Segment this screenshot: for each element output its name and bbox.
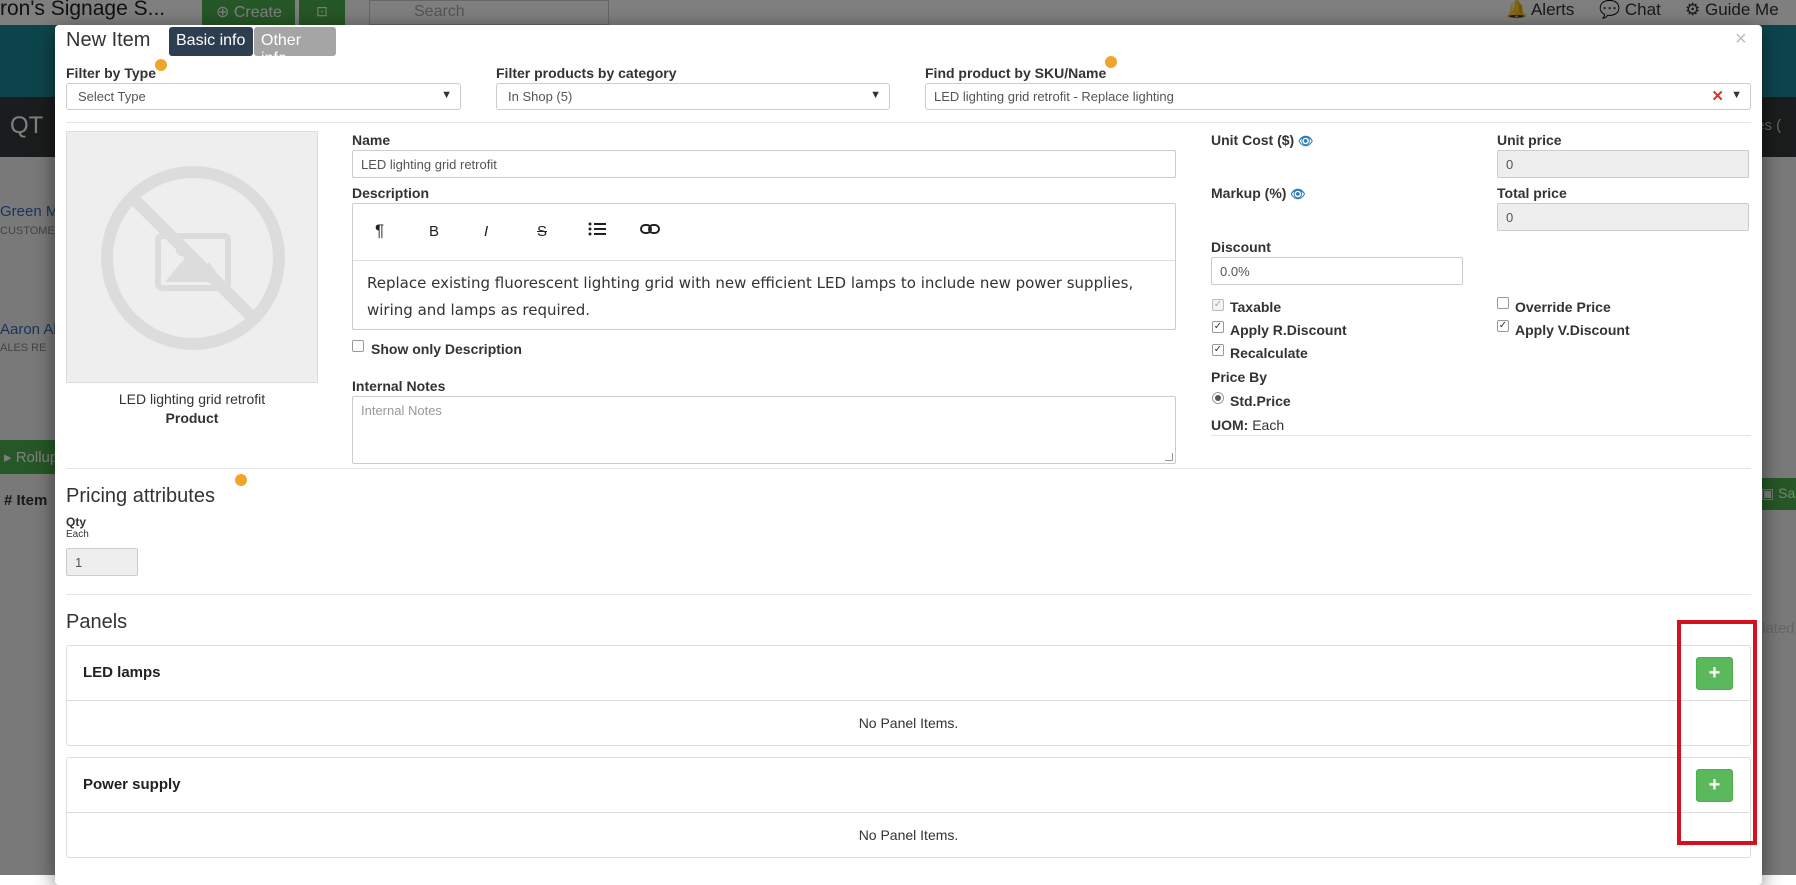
apply-v-discount-checkbox[interactable]: ✓ — [1497, 320, 1509, 332]
help-dot-icon[interactable] — [1105, 56, 1117, 68]
price-by-label: Price By — [1211, 369, 1268, 385]
internal-notes-placeholder: Internal Notes — [361, 403, 442, 418]
clear-icon[interactable]: ✕ — [1711, 87, 1724, 105]
taxable-checkbox[interactable]: ✓ — [1212, 299, 1224, 311]
apply-r-discount-checkbox[interactable]: ✓ — [1212, 321, 1224, 333]
description-label: Description — [352, 185, 430, 201]
divider — [66, 468, 1751, 469]
eye-icon[interactable]: 👁 — [1290, 187, 1305, 201]
internal-notes-label: Internal Notes — [352, 378, 446, 394]
chevron-down-icon: ▼ — [1731, 89, 1742, 101]
divider — [66, 594, 1751, 595]
apply-v-discount-label: Apply V.Discount — [1515, 322, 1630, 338]
discount-label: Discount — [1211, 239, 1271, 255]
unit-cost-label: Unit Cost ($) 👁 — [1211, 132, 1314, 148]
new-item-modal: New Item Basic info Other info × Filter … — [55, 25, 1762, 885]
discount-field[interactable]: 0.0% — [1211, 257, 1463, 285]
eye-icon[interactable]: 👁 — [1298, 134, 1313, 148]
recalculate-checkbox[interactable]: ✓ — [1212, 344, 1224, 356]
sku-search-label: Find product by SKU/Name — [925, 65, 1107, 81]
description-text[interactable]: Replace existing fluorescent lighting gr… — [367, 270, 1162, 324]
taxable-label: Taxable — [1230, 299, 1282, 315]
qty-label: Qty — [66, 515, 87, 529]
panel-header: Power supply + — [67, 758, 1750, 813]
override-price-checkbox[interactable] — [1497, 297, 1509, 309]
std-price-radio[interactable] — [1212, 392, 1224, 404]
chevron-down-icon: ▼ — [441, 89, 452, 101]
product-image — [66, 131, 318, 383]
chevron-down-icon: ▼ — [870, 89, 881, 101]
divider — [1211, 435, 1751, 436]
pricing-attributes-title: Pricing attributes — [66, 485, 215, 507]
sku-search-select[interactable]: LED lighting grid retrofit - Replace lig… — [925, 83, 1751, 110]
no-image-icon — [101, 166, 285, 350]
total-price-field[interactable]: 0 — [1497, 203, 1749, 231]
panel-power-supply: Power supply + No Panel Items. — [66, 757, 1751, 858]
panel-empty-message: No Panel Items. — [858, 827, 959, 843]
unit-price-label: Unit price — [1497, 132, 1562, 148]
divider — [66, 122, 1751, 123]
std-price-label: Std.Price — [1230, 393, 1291, 409]
product-type-caption: Product — [165, 410, 219, 426]
filter-type-label: Filter by Type — [66, 65, 156, 81]
panel-title: LED lamps — [83, 664, 161, 681]
product-name-caption: LED lighting grid retrofit — [118, 391, 266, 407]
show-only-description-checkbox[interactable] — [352, 340, 364, 352]
editor-toolbar: ¶ B I S — [353, 204, 1175, 261]
filter-type-select[interactable]: Select Type ▼ — [66, 83, 461, 110]
strikethrough-icon[interactable]: S — [537, 223, 547, 240]
uom-readout: UOM: Each — [1211, 417, 1285, 433]
link-icon[interactable] — [640, 221, 660, 241]
panels-title: Panels — [66, 611, 128, 633]
tab-other-info[interactable]: Other info — [254, 27, 336, 67]
show-only-description-label: Show only Description — [371, 341, 522, 357]
description-editor[interactable]: ¶ B I S Replace existing fluorescent lig… — [352, 203, 1176, 330]
name-field[interactable]: LED lighting grid retrofit — [352, 150, 1176, 178]
markup-label: Markup (%) 👁 — [1211, 185, 1306, 201]
highlight-box — [1677, 620, 1757, 845]
panel-empty-message: No Panel Items. — [858, 715, 959, 731]
help-dot-icon[interactable] — [155, 59, 167, 71]
filter-category-label: Filter products by category — [496, 65, 677, 81]
apply-r-discount-label: Apply R.Discount — [1230, 322, 1347, 338]
recalculate-label: Recalculate — [1230, 345, 1308, 361]
panel-led-lamps: LED lamps + No Panel Items. — [66, 645, 1751, 746]
paragraph-icon[interactable]: ¶ — [375, 221, 384, 241]
qty-unit: Each — [66, 529, 89, 540]
tab-basic-info[interactable]: Basic info — [169, 27, 253, 56]
panel-title: Power supply — [83, 776, 181, 793]
unit-price-field[interactable]: 0 — [1497, 150, 1749, 178]
modal-title: New Item — [66, 29, 151, 51]
close-icon[interactable]: × — [1735, 28, 1747, 51]
italic-icon[interactable]: I — [484, 223, 488, 240]
qty-field[interactable]: 1 — [66, 548, 138, 576]
help-dot-icon[interactable] — [235, 474, 247, 486]
resize-handle-icon[interactable] — [1165, 453, 1173, 461]
filter-category-select[interactable]: In Shop (5) ▼ — [496, 83, 890, 110]
total-price-label: Total price — [1497, 185, 1567, 201]
internal-notes-field[interactable]: Internal Notes — [352, 396, 1176, 464]
override-price-label: Override Price — [1515, 299, 1611, 315]
panel-header: LED lamps + — [67, 646, 1750, 701]
bold-icon[interactable]: B — [429, 223, 439, 240]
bullet-list-icon[interactable] — [588, 221, 606, 241]
name-label: Name — [352, 132, 391, 148]
